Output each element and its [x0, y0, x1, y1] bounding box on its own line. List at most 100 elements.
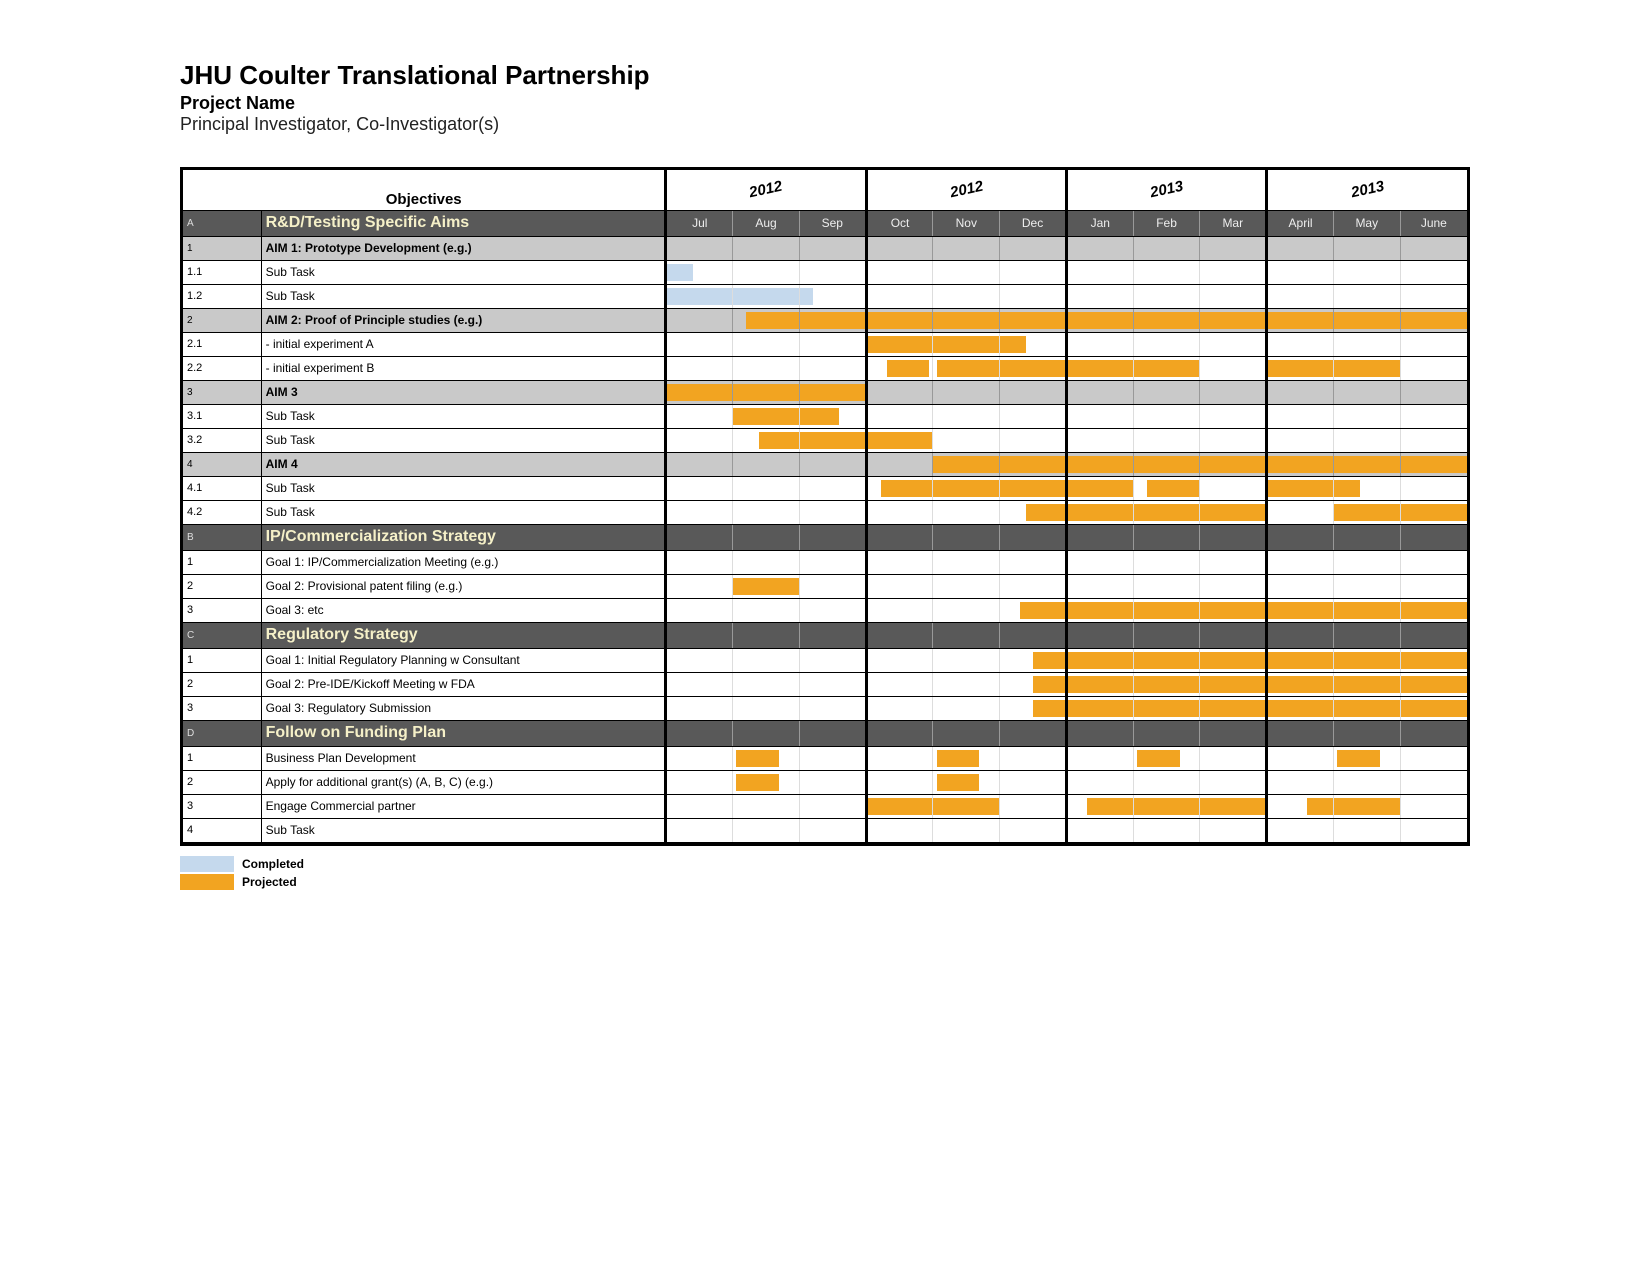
gantt-bar-projected	[1334, 700, 1400, 717]
gantt-cell	[1000, 380, 1067, 404]
gantt-cell	[1400, 500, 1467, 524]
gantt-cell	[1200, 746, 1267, 770]
gantt-cell	[1066, 770, 1133, 794]
gantt-cell	[1133, 770, 1200, 794]
legend-label-completed: Completed	[242, 857, 304, 871]
gantt-bar-projected	[1268, 480, 1333, 497]
page-byline: Principal Investigator, Co-Investigator(…	[180, 114, 1470, 135]
gantt-cell	[733, 308, 800, 332]
gantt-bar-projected	[1268, 312, 1333, 329]
gantt-cell	[733, 356, 800, 380]
row-label: Goal 1: Initial Regulatory Planning w Co…	[261, 648, 666, 672]
gantt-bar-projected	[733, 384, 799, 401]
gantt-cell	[933, 550, 1000, 574]
gantt-cell	[933, 260, 1000, 284]
gantt-cell	[1267, 332, 1334, 356]
gantt-cell	[866, 404, 933, 428]
gantt-bar-projected	[1200, 676, 1265, 693]
gantt-cell	[1133, 524, 1200, 550]
gantt-cell	[733, 622, 800, 648]
gantt-cell	[1200, 428, 1267, 452]
aim-row: 1AIM 1: Prototype Development (e.g.)	[183, 236, 1467, 260]
row-label: - initial experiment B	[261, 356, 666, 380]
gantt-cell	[866, 794, 933, 818]
gantt-bar-projected	[1026, 504, 1065, 521]
gantt-cell	[1133, 720, 1200, 746]
row-number: 2.1	[183, 332, 261, 356]
row-number: 4.2	[183, 500, 261, 524]
gantt-bar-projected	[937, 750, 980, 767]
gantt-cell	[1066, 746, 1133, 770]
gantt-cell	[1400, 308, 1467, 332]
gantt-cell	[1333, 380, 1400, 404]
row-number: 1	[183, 550, 261, 574]
gantt-cell	[799, 236, 866, 260]
gantt-bar-projected	[1000, 480, 1065, 497]
task-row: 4Sub Task	[183, 818, 1467, 842]
gantt-bar-projected	[1068, 652, 1133, 669]
row-number: 2	[183, 672, 261, 696]
gantt-bar-projected	[933, 456, 999, 473]
gantt-cell	[1400, 550, 1467, 574]
objectives-heading: Objectives	[183, 170, 666, 210]
year-header: 2012	[866, 170, 1066, 210]
gantt-bar-projected	[1200, 456, 1265, 473]
row-label: Apply for additional grant(s) (A, B, C) …	[261, 770, 666, 794]
month-header: Dec	[1000, 210, 1067, 236]
gantt-cell	[1200, 236, 1267, 260]
gantt-cell	[1066, 524, 1133, 550]
section-letter: D	[183, 720, 261, 746]
gantt-cell	[1200, 672, 1267, 696]
task-row: 2Goal 2: Provisional patent filing (e.g.…	[183, 574, 1467, 598]
gantt-cell	[1400, 428, 1467, 452]
gantt-cell	[866, 672, 933, 696]
gantt-cell	[1267, 746, 1334, 770]
row-number: 2.2	[183, 356, 261, 380]
gantt-cell	[1333, 452, 1400, 476]
gantt-cell	[1133, 794, 1200, 818]
month-header: Nov	[933, 210, 1000, 236]
legend-swatch-projected	[180, 874, 234, 890]
gantt-bar-projected	[667, 384, 732, 401]
gantt-cell	[1133, 260, 1200, 284]
gantt-bar-projected	[1200, 652, 1265, 669]
gantt-bar-projected	[1307, 798, 1333, 815]
gantt-cell	[1066, 818, 1133, 842]
gantt-bar-projected	[1134, 360, 1200, 377]
gantt-cell	[1066, 284, 1133, 308]
month-header: April	[1267, 210, 1334, 236]
gantt-bar-projected	[733, 578, 799, 595]
gantt-bar-projected	[1134, 312, 1200, 329]
row-label: Goal 3: Regulatory Submission	[261, 696, 666, 720]
gantt-cell	[933, 818, 1000, 842]
row-label: Goal 2: Pre-IDE/Kickoff Meeting w FDA	[261, 672, 666, 696]
task-row: 1Goal 1: Initial Regulatory Planning w C…	[183, 648, 1467, 672]
gantt-cell	[866, 356, 933, 380]
gantt-cell	[733, 404, 800, 428]
task-row: 1.1Sub Task	[183, 260, 1467, 284]
gantt-cell	[1267, 622, 1334, 648]
gantt-cell	[1066, 794, 1133, 818]
gantt-cell	[799, 476, 866, 500]
gantt-bar-projected	[1134, 504, 1200, 521]
gantt-cell	[799, 746, 866, 770]
gantt-cell	[866, 452, 933, 476]
gantt-cell	[1267, 524, 1334, 550]
row-label: Sub Task	[261, 284, 666, 308]
month-header: June	[1400, 210, 1467, 236]
gantt-cell	[1133, 284, 1200, 308]
gantt-cell	[866, 696, 933, 720]
gantt-cell	[1400, 794, 1467, 818]
gantt-bar-projected	[1000, 336, 1026, 353]
task-row: 1Business Plan Development	[183, 746, 1467, 770]
gantt-cell	[666, 236, 733, 260]
gantt-cell	[1066, 672, 1133, 696]
gantt-cell	[1333, 648, 1400, 672]
gantt-cell	[1133, 746, 1200, 770]
row-number: 4	[183, 452, 261, 476]
gantt-cell	[666, 746, 733, 770]
row-label: AIM 2: Proof of Principle studies (e.g.)	[261, 308, 666, 332]
gantt-cell	[1000, 500, 1067, 524]
gantt-cell	[1200, 452, 1267, 476]
gantt-cell	[733, 236, 800, 260]
